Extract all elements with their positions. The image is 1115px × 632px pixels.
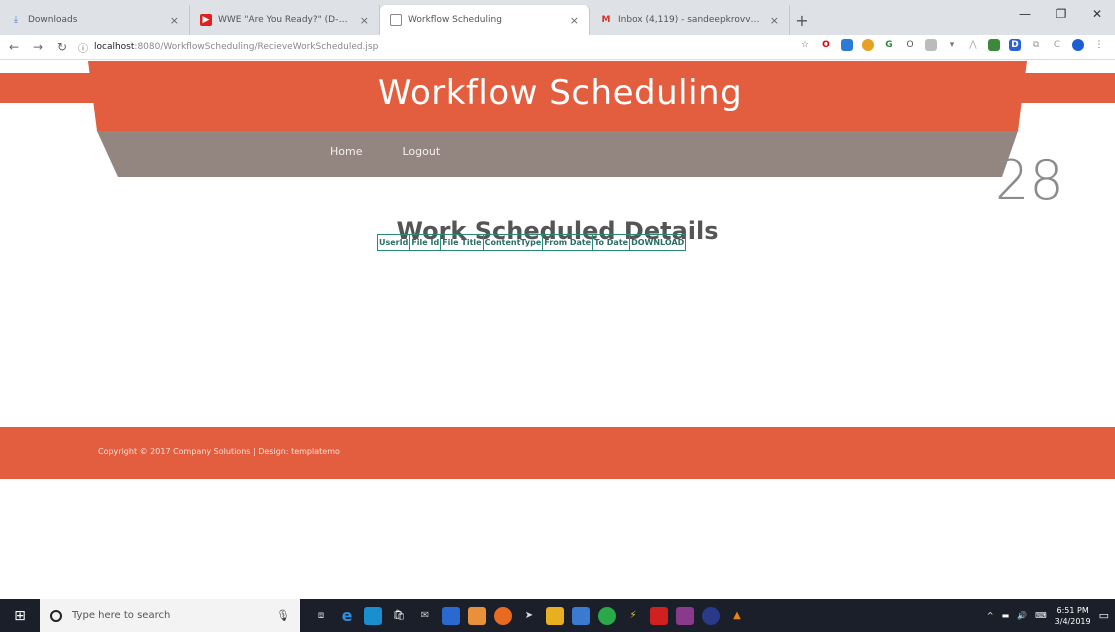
- system-tray: ^ ▬ 🔊 ⌨ 6:51 PM 3/4/2019 ▭: [987, 599, 1109, 632]
- column-contenttype: ContentType: [482, 234, 544, 251]
- mail-app-icon[interactable]: ✉: [416, 607, 434, 625]
- column-todate: To Date: [592, 234, 631, 251]
- minimize-button[interactable]: —: [1007, 0, 1043, 28]
- column-filetitle: File Title: [440, 234, 484, 251]
- footer-copyright: Copyright © 2017 Company Solutions | Des…: [98, 447, 340, 456]
- cortana-circle-icon: [50, 609, 62, 622]
- column-fileid: File Id: [409, 234, 442, 251]
- column-fromdate: From Date: [542, 234, 594, 251]
- yellow-app-icon[interactable]: [546, 606, 564, 625]
- youtube-icon: ▶: [200, 14, 212, 26]
- purple-app-icon[interactable]: [676, 606, 694, 625]
- tray-chevron-icon[interactable]: ^: [987, 611, 994, 620]
- volume-icon[interactable]: 🔊: [1017, 611, 1027, 620]
- close-window-button[interactable]: ✕: [1079, 0, 1115, 28]
- microphone-icon[interactable]: 🎙: [276, 609, 290, 622]
- windows-start-button[interactable]: ⊞: [0, 599, 40, 632]
- browser-toolbar: ← → ↻ ⓘ localhost :8080/WorkflowScheduli…: [0, 35, 1115, 60]
- copy-extension-icon[interactable]: ⧉: [1030, 39, 1042, 51]
- new-tab-button[interactable]: +: [790, 5, 814, 35]
- opera-icon[interactable]: O: [820, 39, 832, 51]
- tab-workflow-scheduling[interactable]: Workflow Scheduling ×: [380, 5, 590, 35]
- vlc-icon[interactable]: ▲: [728, 607, 746, 625]
- tab-title: Inbox (4,119) - sandeepkrovvidi...: [618, 15, 762, 25]
- search-placeholder: Type here to search: [72, 610, 171, 621]
- maximize-button[interactable]: ❐: [1043, 0, 1079, 28]
- app-orange-icon[interactable]: [468, 606, 486, 625]
- notifications-icon[interactable]: ▭: [1099, 609, 1109, 622]
- url-path: :8080/WorkflowScheduling/RecieveWorkSche…: [134, 42, 379, 52]
- menu-kebab-icon[interactable]: ⋮: [1093, 39, 1105, 51]
- language-icon[interactable]: ⌨: [1035, 611, 1047, 620]
- web-page: Workflow Scheduling Home Logout 28 Work …: [0, 61, 1115, 599]
- browser-tab-strip: ⤓ Downloads × ▶ WWE "Are You Ready?" (D-…: [0, 0, 1115, 35]
- lock-extension-icon[interactable]: [841, 39, 853, 51]
- tab-title: Downloads: [28, 15, 78, 25]
- media-icon[interactable]: [442, 606, 460, 625]
- site-footer: Copyright © 2017 Company Solutions | Des…: [0, 427, 1115, 479]
- cookie-extension-icon[interactable]: [862, 39, 874, 51]
- windows-taskbar: ⊞ Type here to search 🎙 ⧈ e 🛍 ✉ ➤ ⚡ ▲ ^ …: [0, 599, 1115, 632]
- lightning-app-icon[interactable]: ⚡: [624, 607, 642, 625]
- forward-button[interactable]: →: [28, 40, 48, 54]
- close-tab-icon[interactable]: ×: [570, 14, 579, 27]
- eclipse-icon[interactable]: [702, 606, 720, 625]
- address-bar[interactable]: ⓘ localhost :8080/WorkflowScheduling/Rec…: [78, 38, 678, 56]
- window-controls: — ❐ ✕: [1007, 0, 1115, 28]
- close-tab-icon[interactable]: ×: [360, 14, 369, 27]
- taskbar-pinned-apps: ⧈ e 🛍 ✉ ➤ ⚡ ▲: [312, 606, 746, 625]
- nav-home-link[interactable]: Home: [330, 145, 362, 158]
- c-extension-icon[interactable]: C: [1051, 39, 1063, 51]
- back-button[interactable]: ←: [4, 40, 24, 54]
- photos-icon[interactable]: [364, 606, 382, 625]
- nav-logout-link[interactable]: Logout: [402, 145, 440, 158]
- dropdown-extension-icon[interactable]: ▾: [946, 39, 958, 51]
- taskbar-search-box[interactable]: Type here to search 🎙: [40, 599, 300, 632]
- date-number: 28: [995, 149, 1064, 212]
- clock-date: 3/4/2019: [1054, 616, 1091, 626]
- tab-title: Workflow Scheduling: [408, 15, 502, 25]
- edge-icon[interactable]: e: [338, 606, 356, 625]
- tab-youtube[interactable]: ▶ WWE "Are You Ready?" (D-Gen... ×: [190, 5, 380, 35]
- taskbar-clock[interactable]: 6:51 PM 3/4/2019: [1055, 605, 1091, 627]
- info-icon[interactable]: ⓘ: [78, 40, 88, 55]
- close-tab-icon[interactable]: ×: [770, 14, 779, 27]
- d-extension-icon[interactable]: D: [1009, 39, 1021, 51]
- network-icon[interactable]: ▬: [1002, 611, 1010, 620]
- download-icon: ⤓: [14, 15, 18, 25]
- circle-extension-icon[interactable]: O: [904, 39, 916, 51]
- chrome-icon[interactable]: [598, 606, 616, 625]
- bookmark-star-icon[interactable]: ☆: [799, 39, 811, 51]
- main-nav: Home Logout: [330, 145, 440, 158]
- table-header-row: UserId File Id File Title ContentType Fr…: [376, 234, 687, 251]
- square-extension-icon[interactable]: [988, 39, 1000, 51]
- tab-title: WWE "Are You Ready?" (D-Gen...: [218, 15, 352, 25]
- tab-downloads[interactable]: ⤓ Downloads ×: [0, 5, 190, 35]
- page-icon: [390, 14, 402, 26]
- profile-avatar-icon[interactable]: [1072, 39, 1084, 51]
- arrow-app-icon[interactable]: ➤: [520, 607, 538, 625]
- triangle-extension-icon[interactable]: ⋀: [967, 39, 979, 51]
- site-title: Workflow Scheduling: [377, 73, 743, 113]
- column-userid: UserId: [376, 234, 411, 251]
- close-tab-icon[interactable]: ×: [170, 14, 179, 27]
- task-view-icon[interactable]: ⧈: [312, 607, 330, 625]
- schedule-table: UserId File Id File Title ContentType Fr…: [376, 234, 687, 251]
- clock-time: 6:51 PM: [1056, 605, 1089, 615]
- grid-extension-icon[interactable]: [925, 39, 937, 51]
- extensions-bar: ☆ O G O ▾ ⋀ D ⧉ C ⋮: [799, 39, 1105, 51]
- tab-gmail[interactable]: M Inbox (4,119) - sandeepkrovvidi... ×: [590, 5, 790, 35]
- reload-button[interactable]: ↻: [52, 40, 72, 54]
- gmail-icon: M: [601, 15, 611, 25]
- firefox-icon[interactable]: [494, 606, 512, 625]
- column-download: DOWNLOAD: [629, 234, 687, 251]
- blue-app-icon[interactable]: [572, 606, 590, 625]
- pdf-reader-icon[interactable]: [650, 606, 668, 625]
- g-extension-icon[interactable]: G: [883, 39, 895, 51]
- url-host: localhost: [94, 42, 135, 52]
- store-icon[interactable]: 🛍: [390, 607, 408, 625]
